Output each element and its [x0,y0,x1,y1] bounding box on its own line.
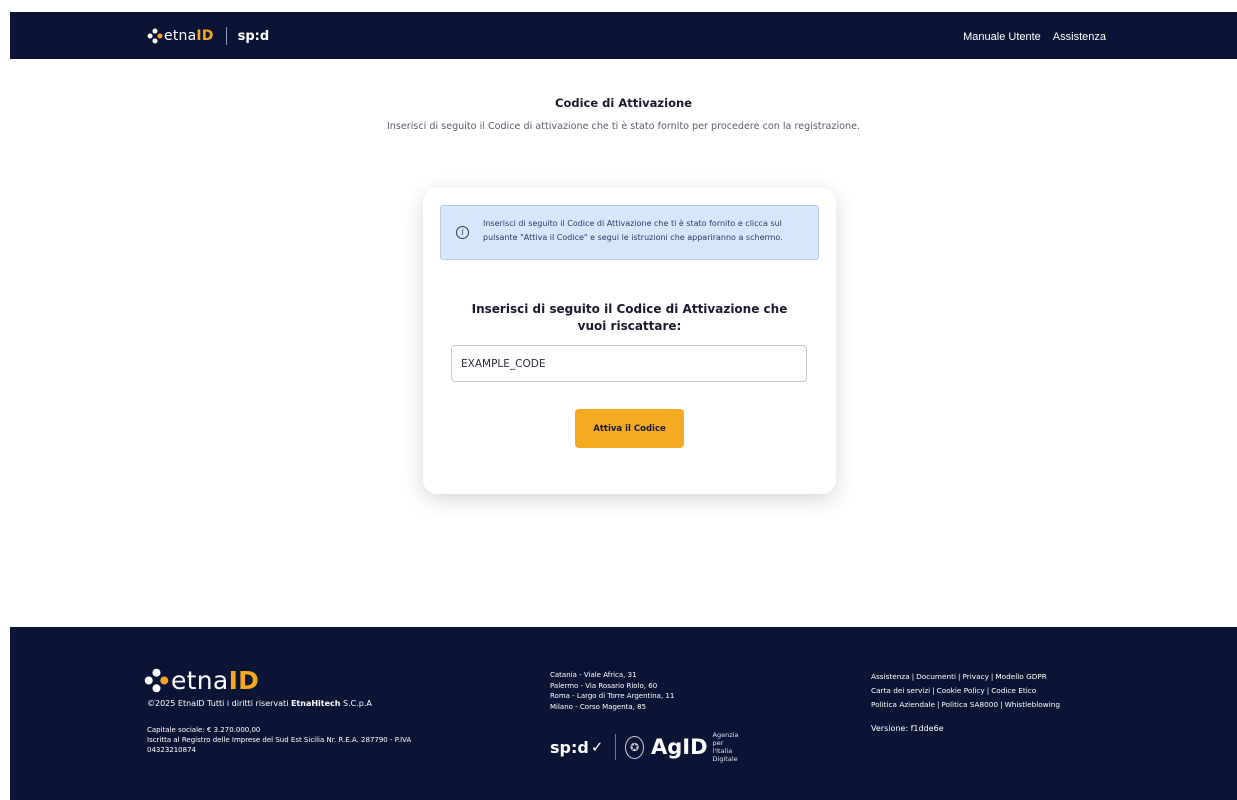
brand-name: etnaID [164,28,214,44]
etnaid-logo-icon [146,27,164,45]
spid-badge: sp:d [550,737,589,757]
republic-emblem-icon: ✪ [625,735,645,759]
footer-links-list: Assistenza | Documenti | Privacy | Modello GDP… [871,672,1060,709]
address-item: Palermo - Via Rosario Riolo, 60 [550,681,658,690]
agid-subtitle: Agenzia per l'Italia Digitale [712,731,739,763]
spid-logo: sp:d [237,28,270,44]
capital-text: Capitale sociale: € 3.270.000,00 [147,726,261,734]
info-alert-text: Inserisci di seguito il Codice di Attiva… [483,219,783,242]
nav-assistenza[interactable]: Assistenza [1053,31,1106,43]
link-codice-etico[interactable]: Codice Etico [991,686,1036,695]
registry-text: Iscritta al Registro delle Imprese del S… [147,736,412,754]
partner-badges: sp:d ✓ ✪ AgID Agenzia per l'Italia Digita… [550,731,750,763]
brand-divider [225,27,227,45]
company-legal: Capitale sociale: € 3.270.000,00 Iscritt… [147,725,447,755]
page-subtitle: Inserisci di seguito il Codice di attiva… [386,121,861,132]
link-carta-servizi[interactable]: Carta dei servizi [871,686,930,695]
copyright: ©2025 EtnaID Tutti i diritti riservati E… [147,699,372,708]
form-title: Inserisci di seguito il Codice di Attiva… [471,302,788,333]
link-politica-aziendale[interactable]: Politica Aziendale [871,700,935,709]
link-politica-sa8000[interactable]: Politica SA8000 [941,700,998,709]
page-title: Codice di Attivazione [555,96,692,110]
address-item: Roma - Largo di Torre Argentina, 11 [550,692,675,700]
brand[interactable]: etnaID sp:d [146,26,270,46]
footer-links: Assistenza | Documenti | Privacy | Modello GDP… [871,670,1151,733]
badge-divider [615,734,617,760]
link-cookie-policy[interactable]: Cookie Policy [937,686,985,695]
info-alert: i Inserisci di seguito il Codice di Atti… [440,205,819,260]
address-item: Milano - Corso Magenta, 85 [550,702,647,711]
header-nav: Manuale Utente Assistenza [963,31,1106,43]
etnaid-logo-icon [143,667,170,694]
link-documenti[interactable]: Documenti [916,672,956,681]
info-icon: i [456,226,469,239]
activate-code-button[interactable]: Attiva il Codice [575,409,684,448]
activation-code-input[interactable] [451,345,807,382]
address-item: Catania - Viale Africa, 31 [550,671,637,679]
spid-check-icon: ✓ [590,738,604,756]
browser-top-strip [0,0,1237,12]
agid-logo: AgID [651,735,708,759]
footer-logo: etnaID [143,666,447,695]
address-list: Catania - Viale Africa, 31 Palermo - Via… [550,670,750,712]
footer: etnaID ©2025 EtnaID Tutti i diritti rise… [10,627,1237,800]
nav-manuale-utente[interactable]: Manuale Utente [963,31,1041,43]
footer-addresses: Catania - Viale Africa, 31 Palermo - Via… [550,670,750,763]
link-privacy[interactable]: Privacy [962,672,988,681]
link-assistenza[interactable]: Assistenza [871,672,910,681]
top-header: etnaID sp:d Manuale Utente Assistenza [10,12,1237,59]
footer-logo-text: etnaID [171,666,260,695]
version-text: Versione: f1dde6e [871,724,944,733]
link-modello-gdpr[interactable]: Modello GDPR [995,672,1046,681]
activation-card: i Inserisci di seguito il Codice di Atti… [423,188,836,494]
footer-company-info: etnaID ©2025 EtnaID Tutti i diritti rise… [143,666,447,755]
link-whistleblowing[interactable]: Whistleblowing [1005,700,1060,709]
